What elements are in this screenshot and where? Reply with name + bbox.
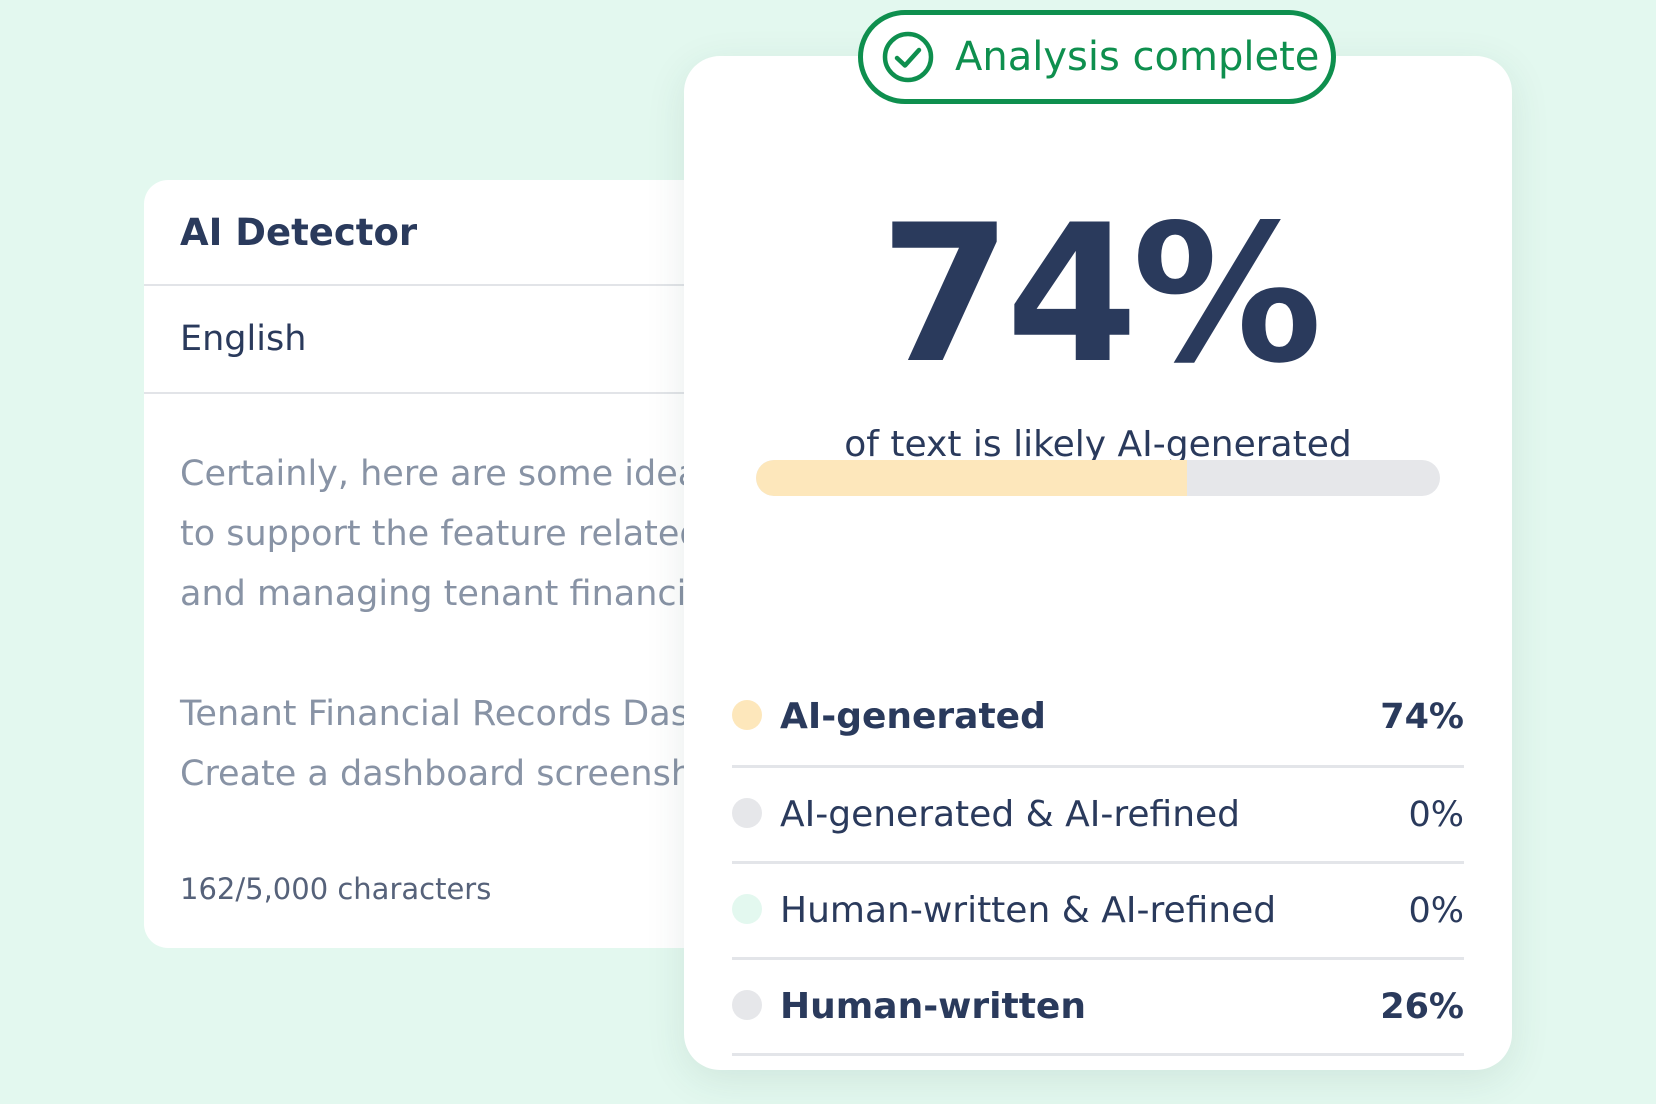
text-paragraph-1: Certainly, here are some ideas to suppor… <box>180 444 728 624</box>
stage: AI Detector English Certainly, here are … <box>0 0 1656 1104</box>
result-card: 74% of text is likely AI-generated AI-ge… <box>684 56 1512 1070</box>
text-paragraph-2: Tenant Financial Records Dash Create a d… <box>180 684 728 804</box>
text-line: Create a dashboard screensho <box>180 754 715 794</box>
score-progress-fill <box>756 460 1187 496</box>
analysis-status-badge: Analysis complete <box>858 10 1336 104</box>
breakdown-row-ai-generated: AI-generated 74% <box>732 668 1464 768</box>
ai-refined-dot-icon <box>732 797 762 828</box>
breakdown-value: 0% <box>1408 794 1464 835</box>
breakdown-value: 26% <box>1380 986 1464 1027</box>
human-refined-dot-icon <box>732 893 762 924</box>
human-written-dot-icon <box>732 989 762 1020</box>
score-progress-bar <box>756 460 1440 496</box>
character-count: 162/5,000 characters <box>180 872 492 906</box>
breakdown-value: 74% <box>1380 696 1464 737</box>
breakdown-label: Human-written & AI-refined <box>780 890 1277 931</box>
text-line: to support the feature related <box>180 514 702 554</box>
breakdown-list: AI-generated 74% AI-generated & AI-refin… <box>732 668 1464 1056</box>
breakdown-label: AI-generated & AI-refined <box>780 794 1241 835</box>
breakdown-label: Human-written <box>780 986 1086 1027</box>
ai-generated-dot-icon <box>732 699 762 730</box>
check-circle-icon <box>882 31 934 83</box>
language-label: English <box>180 319 307 359</box>
text-line: Certainly, here are some ideas <box>180 454 718 494</box>
breakdown-value: 0% <box>1408 890 1464 931</box>
ai-percent-score: 74% <box>879 184 1323 405</box>
text-line: and managing tenant financial <box>180 574 718 614</box>
detector-header: AI Detector <box>144 180 764 286</box>
breakdown-row-human-written: Human-written 26% <box>732 960 1464 1056</box>
detector-card: AI Detector English Certainly, here are … <box>144 180 764 948</box>
detector-title: AI Detector <box>180 210 418 254</box>
text-line: Tenant Financial Records Dash <box>180 694 712 734</box>
input-text-area[interactable]: Certainly, here are some ideas to suppor… <box>144 394 764 804</box>
breakdown-row-human-refined: Human-written & AI-refined 0% <box>732 864 1464 960</box>
score-caption: of text is likely AI-generated <box>844 424 1352 465</box>
breakdown-row-ai-refined: AI-generated & AI-refined 0% <box>732 768 1464 864</box>
status-label: Analysis complete <box>955 34 1320 80</box>
breakdown-label: AI-generated <box>780 696 1046 737</box>
language-selector[interactable]: English <box>144 286 764 394</box>
